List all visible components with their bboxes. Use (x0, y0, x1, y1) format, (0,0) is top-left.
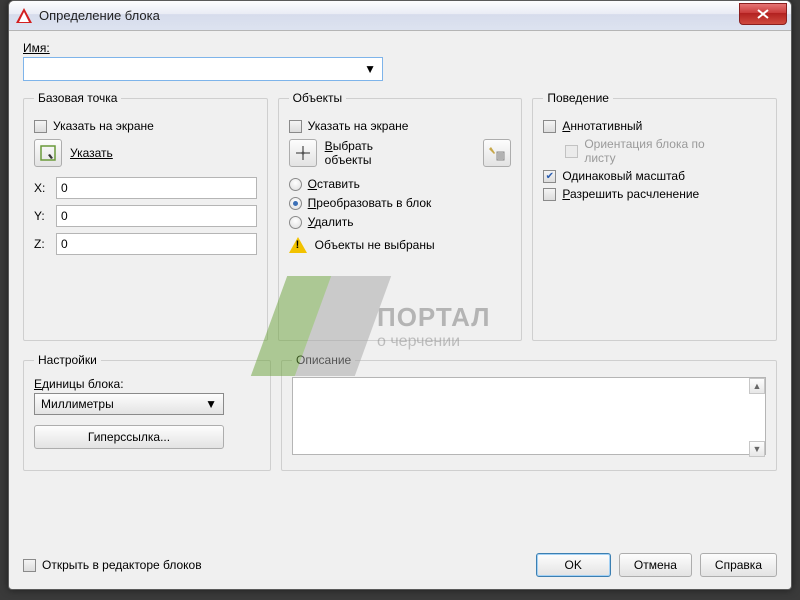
block-unit-select[interactable]: Миллиметры ▼ (34, 393, 224, 415)
chk-match-orientation: Ориентация блока по листу (565, 137, 766, 165)
z-input[interactable] (56, 233, 257, 255)
checkbox-icon: ✔ (543, 170, 556, 183)
group-objects: Объекты Указать на экране ВВыбрать объек… (278, 91, 523, 341)
select-objects-button[interactable] (289, 139, 317, 167)
group-behavior: Поведение АннотативныйАннотативный Ориен… (532, 91, 777, 341)
y-input[interactable] (56, 205, 257, 227)
select-objects-label: ВВыбрать объектыыбратьобъекты (325, 139, 373, 167)
radio-icon (289, 178, 302, 191)
chk-open-in-editor[interactable]: Открыть в редакторе блоков (23, 558, 202, 572)
checkbox-icon (23, 559, 36, 572)
window-title: Определение блока (39, 8, 739, 23)
chk-allow-explode[interactable]: Разрешить расчленениеРазрешить расчленен… (543, 187, 766, 201)
y-label: Y: (34, 209, 48, 223)
checkbox-icon (543, 188, 556, 201)
block-unit-value: Миллиметры (41, 397, 114, 411)
x-label: X: (34, 181, 48, 195)
group-base-point: Базовая точка Указать на экране Указать … (23, 91, 268, 341)
scroll-down-icon[interactable]: ▼ (749, 441, 765, 457)
app-icon (15, 7, 33, 25)
legend-description: Описание (292, 353, 355, 367)
radio-convert[interactable]: Преобразовать в блокПреобразовать в блок (289, 196, 512, 210)
specify-onscreen-base[interactable]: Указать на экране (34, 119, 257, 133)
pick-point-button[interactable] (34, 139, 62, 167)
ok-button[interactable]: OK (536, 553, 611, 577)
chevron-down-icon: ▼ (358, 62, 382, 76)
group-settings: Настройки Единицы блока:Единицы блока: М… (23, 353, 271, 471)
dialog-footer: Открыть в редакторе блоков OK Отмена Спр… (23, 553, 777, 577)
name-label: Имя: (23, 41, 777, 55)
chk-scale-uniform[interactable]: ✔ Одинаковый масштаб (543, 169, 766, 183)
z-label: Z: (34, 237, 48, 251)
warning-icon (289, 237, 307, 253)
hyperlink-button[interactable]: Гиперссылка... (34, 425, 224, 449)
x-input[interactable] (56, 177, 257, 199)
radio-delete[interactable]: УдалитьУдалить (289, 215, 512, 229)
help-button[interactable]: Справка (700, 553, 777, 577)
no-objects-warning: Объекты не выбраны (289, 237, 512, 253)
close-icon (757, 9, 769, 19)
legend-settings: Настройки (34, 353, 101, 367)
radio-icon (289, 197, 302, 210)
quick-select-icon (489, 145, 505, 161)
quick-select-button[interactable] (483, 139, 511, 167)
pick-point-icon (40, 145, 56, 161)
checkbox-icon (289, 120, 302, 133)
close-button[interactable] (739, 3, 787, 25)
chk-annotative[interactable]: АннотативныйАннотативный (543, 119, 766, 133)
checkbox-icon (34, 120, 47, 133)
radio-retain[interactable]: ОставитьОставить (289, 177, 512, 191)
legend-objects: Объекты (289, 91, 347, 105)
cancel-button[interactable]: Отмена (619, 553, 692, 577)
client-area: Имя: ▼ Базовая точка Указать на экране У… (9, 31, 791, 589)
select-objects-icon (295, 145, 311, 161)
name-combobox[interactable]: ▼ (23, 57, 383, 81)
dialog-window: Определение блока Имя: ▼ Базовая точка У… (8, 0, 792, 590)
scroll-up-icon[interactable]: ▲ (749, 378, 765, 394)
group-description: Описание ▲ ▼ (281, 353, 777, 471)
block-unit-label: Единицы блока:Единицы блока: (34, 377, 260, 391)
chevron-down-icon: ▼ (205, 397, 217, 411)
specify-onscreen-objects[interactable]: Указать на экране (289, 119, 512, 133)
radio-icon (289, 216, 302, 229)
checkbox-icon (543, 120, 556, 133)
checkbox-icon (565, 145, 578, 158)
titlebar[interactable]: Определение блока (9, 1, 791, 31)
legend-base-point: Базовая точка (34, 91, 121, 105)
legend-behavior: Поведение (543, 91, 613, 105)
description-textarea[interactable] (292, 377, 766, 455)
pick-point-label: Указать (70, 146, 113, 160)
